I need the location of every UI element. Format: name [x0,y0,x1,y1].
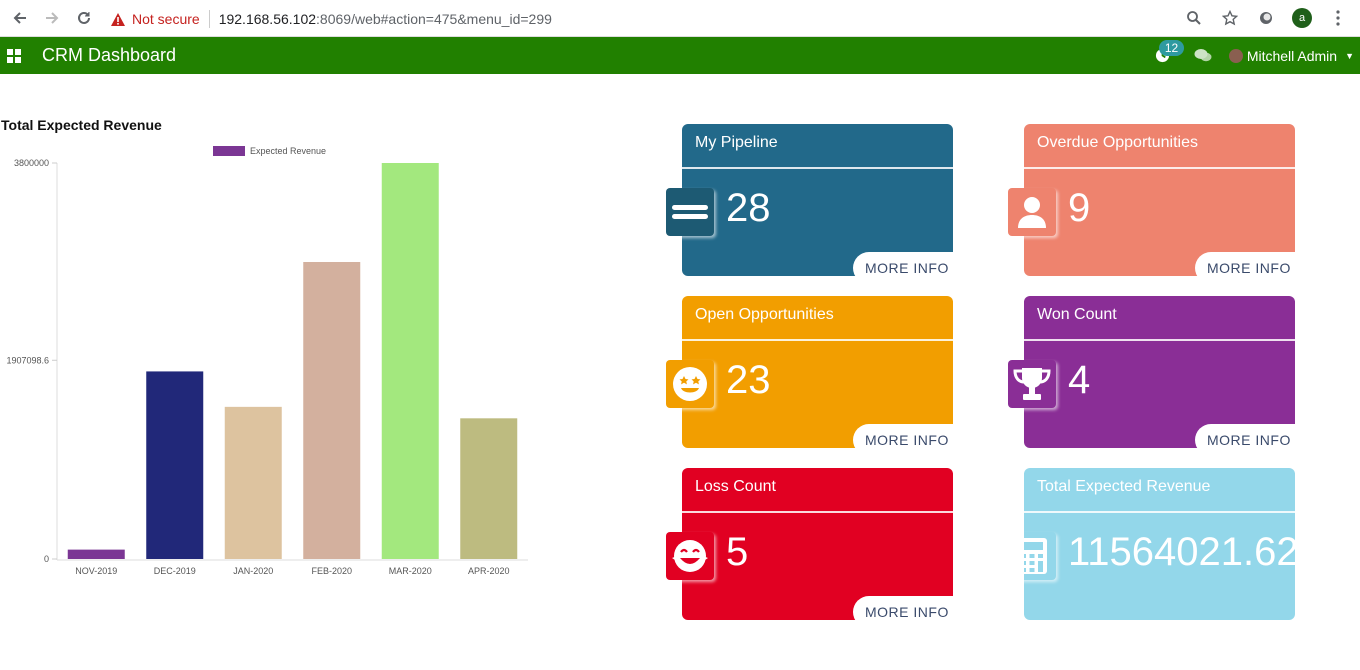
extension-icon[interactable] [1250,4,1282,32]
y-tick-label: 3800000 [14,158,49,168]
bar-feb-2020 [303,262,361,559]
browser-menu-icon[interactable] [1322,4,1354,32]
url-host: 192.168.56.102 [218,11,317,27]
card-total-expected-revenue: Total Expected Revenue 11564021.62 [1024,468,1295,620]
apps-menu-icon[interactable] [0,37,28,74]
chat-icon [1194,49,1212,62]
card-title: Open Opportunities [695,306,834,323]
security-label[interactable]: Not secure [132,11,200,27]
bar-nov-2019 [67,549,125,559]
legend-swatch [213,146,245,156]
x-tick-label: APR-2020 [468,566,510,576]
activity-button[interactable]: 12 [1143,37,1185,74]
trophy-icon [1008,360,1056,408]
card-title: Overdue Opportunities [1037,134,1198,151]
zoom-icon[interactable] [1178,4,1210,32]
more-info-button[interactable]: MORE INFO [853,252,957,284]
x-tick-label: FEB-2020 [311,566,352,576]
card-my-pipeline: My Pipeline 28 MORE INFO [666,124,957,284]
x-tick-label: DEC-2019 [154,566,196,576]
address-bar[interactable]: Not secure 192.168.56.102:8069/web#actio… [110,8,552,30]
card-value: 11564021.62 [1068,530,1295,574]
card-title: My Pipeline [695,134,778,151]
forward-icon[interactable] [36,2,68,34]
card-divider [682,511,953,513]
x-tick-label: NOV-2019 [75,566,117,576]
y-tick-label: 1907098.6 [6,355,49,365]
back-icon[interactable] [4,2,36,34]
card-divider [1024,167,1295,169]
card-divider [1024,511,1295,513]
card-title: Loss Count [695,478,776,495]
reload-icon[interactable] [68,2,100,34]
more-info-button[interactable]: MORE INFO [1195,252,1299,284]
card-value: 5 [726,530,749,574]
card-value: 23 [726,358,771,402]
card-title: Total Expected Revenue [1037,478,1211,495]
smile-stars-icon [666,360,714,408]
url-path: :8069/web#action=475&menu_id=299 [316,11,552,27]
x-tick-label: MAR-2020 [389,566,432,576]
revenue-bar-chart: Expected Revenue 3800000 1907098.6 0 NOV-201… [6,146,528,576]
profile-avatar[interactable]: a [1286,4,1318,32]
bars-icon [666,188,714,236]
card-overdue-opportunities: Overdue Opportunities 9 MORE INFO [1008,124,1299,284]
calculator-icon [1024,532,1056,580]
bar-mar-2020 [381,163,439,559]
legend-label: Expected Revenue [250,146,326,156]
y-tick-label: 0 [44,554,49,564]
browser-toolbar: Not secure 192.168.56.102:8069/web#actio… [0,0,1360,37]
card-loss-count: Loss Count 5 MORE INFO [666,468,957,628]
messages-button[interactable] [1183,37,1223,74]
app-title[interactable]: CRM Dashboard [42,45,176,66]
card-value: 4 [1068,358,1091,402]
chart-title: Total Expected Revenue [1,117,162,133]
laugh-tears-icon [666,532,714,580]
card-divider [1024,339,1295,341]
activity-count-badge: 12 [1158,40,1185,56]
caret-down-icon: ▼ [1345,50,1354,61]
card-value: 28 [726,186,771,230]
user-icon [1008,188,1056,236]
card-title: Won Count [1037,306,1117,323]
card-open-opportunities: Open Opportunities 23 MORE INFO [666,296,957,456]
more-info-button[interactable]: MORE INFO [1195,424,1299,456]
user-name: Mitchell Admin [1246,47,1338,64]
card-divider [682,339,953,341]
more-info-button[interactable]: MORE INFO [853,596,957,628]
url-separator [208,10,210,28]
top-navbar: CRM Dashboard 12 Mitchell Admin ▼ [0,37,1360,74]
x-tick-label: JAN-2020 [233,566,273,576]
user-menu[interactable]: Mitchell Admin ▼ [1228,47,1360,64]
card-won-count: Won Count 4 MORE INFO [1008,296,1299,456]
card-divider [682,167,953,169]
bookmark-star-icon[interactable] [1214,4,1246,32]
bar-apr-2020 [460,418,518,559]
bar-jan-2020 [224,406,282,559]
warning-icon [111,12,125,26]
user-avatar [1228,48,1243,63]
more-info-button[interactable]: MORE INFO [853,424,957,456]
bar-dec-2019 [146,371,204,559]
card-value: 9 [1068,186,1091,230]
